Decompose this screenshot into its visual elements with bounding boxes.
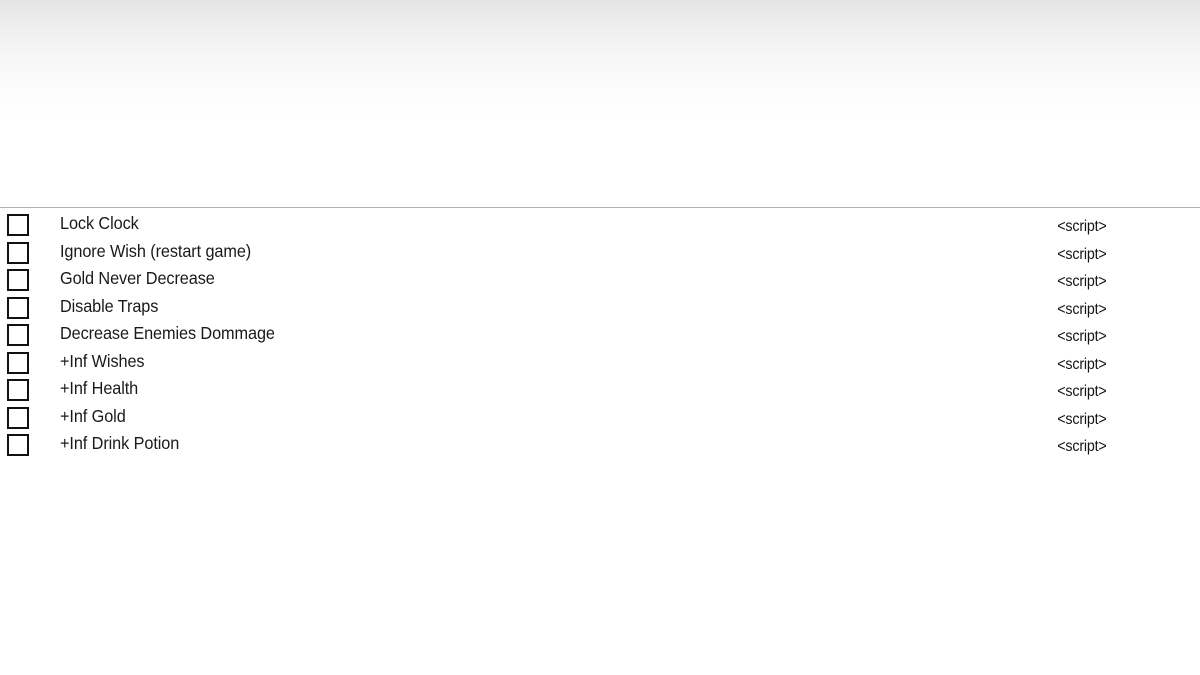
cheat-option-list: Lock Clock <script> Ignore Wish (restart g… [0, 211, 1200, 459]
script-link[interactable]: <script> [0, 269, 1107, 294]
script-link-text: <script> [1057, 300, 1107, 318]
script-link[interactable]: <script> [0, 324, 1107, 349]
script-link-text: <script> [1057, 410, 1107, 428]
script-link-text: <script> [1057, 273, 1107, 290]
cheat-row: +Inf Gold <script> [0, 404, 1200, 432]
script-link-text: <script> [1057, 438, 1107, 455]
script-link-text: <script> [1057, 245, 1107, 263]
cheat-row: Lock Clock <script> [0, 211, 1200, 239]
script-link[interactable]: <script> [0, 379, 1107, 404]
script-link-text: <script> [1057, 218, 1107, 235]
script-link[interactable]: <script> [0, 242, 1107, 267]
cheat-row: +Inf Drink Potion <script> [0, 431, 1200, 459]
cheat-row: Disable Traps <script> [0, 294, 1200, 322]
script-link-text: <script> [1057, 328, 1107, 345]
cheat-row: Decrease Enemies Dommage <script> [0, 321, 1200, 349]
header-separator-rule [0, 207, 1200, 208]
cheat-row: Gold Never Decrease <script> [0, 266, 1200, 294]
cheat-trainer-page: Lock Clock <script> Ignore Wish (restart g… [0, 0, 1200, 675]
script-link[interactable]: <script> [0, 352, 1107, 377]
cheat-row: +Inf Health <script> [0, 376, 1200, 404]
script-link-text: <script> [1057, 383, 1107, 400]
cheat-row: Ignore Wish (restart game) <script> [0, 239, 1200, 267]
top-gradient-band [0, 0, 1200, 207]
script-link-text: <script> [1057, 355, 1107, 373]
script-link[interactable]: <script> [0, 214, 1107, 239]
script-link[interactable]: <script> [0, 434, 1107, 459]
script-link[interactable]: <script> [0, 297, 1107, 322]
cheat-row: +Inf Wishes <script> [0, 349, 1200, 377]
script-link[interactable]: <script> [0, 407, 1107, 432]
